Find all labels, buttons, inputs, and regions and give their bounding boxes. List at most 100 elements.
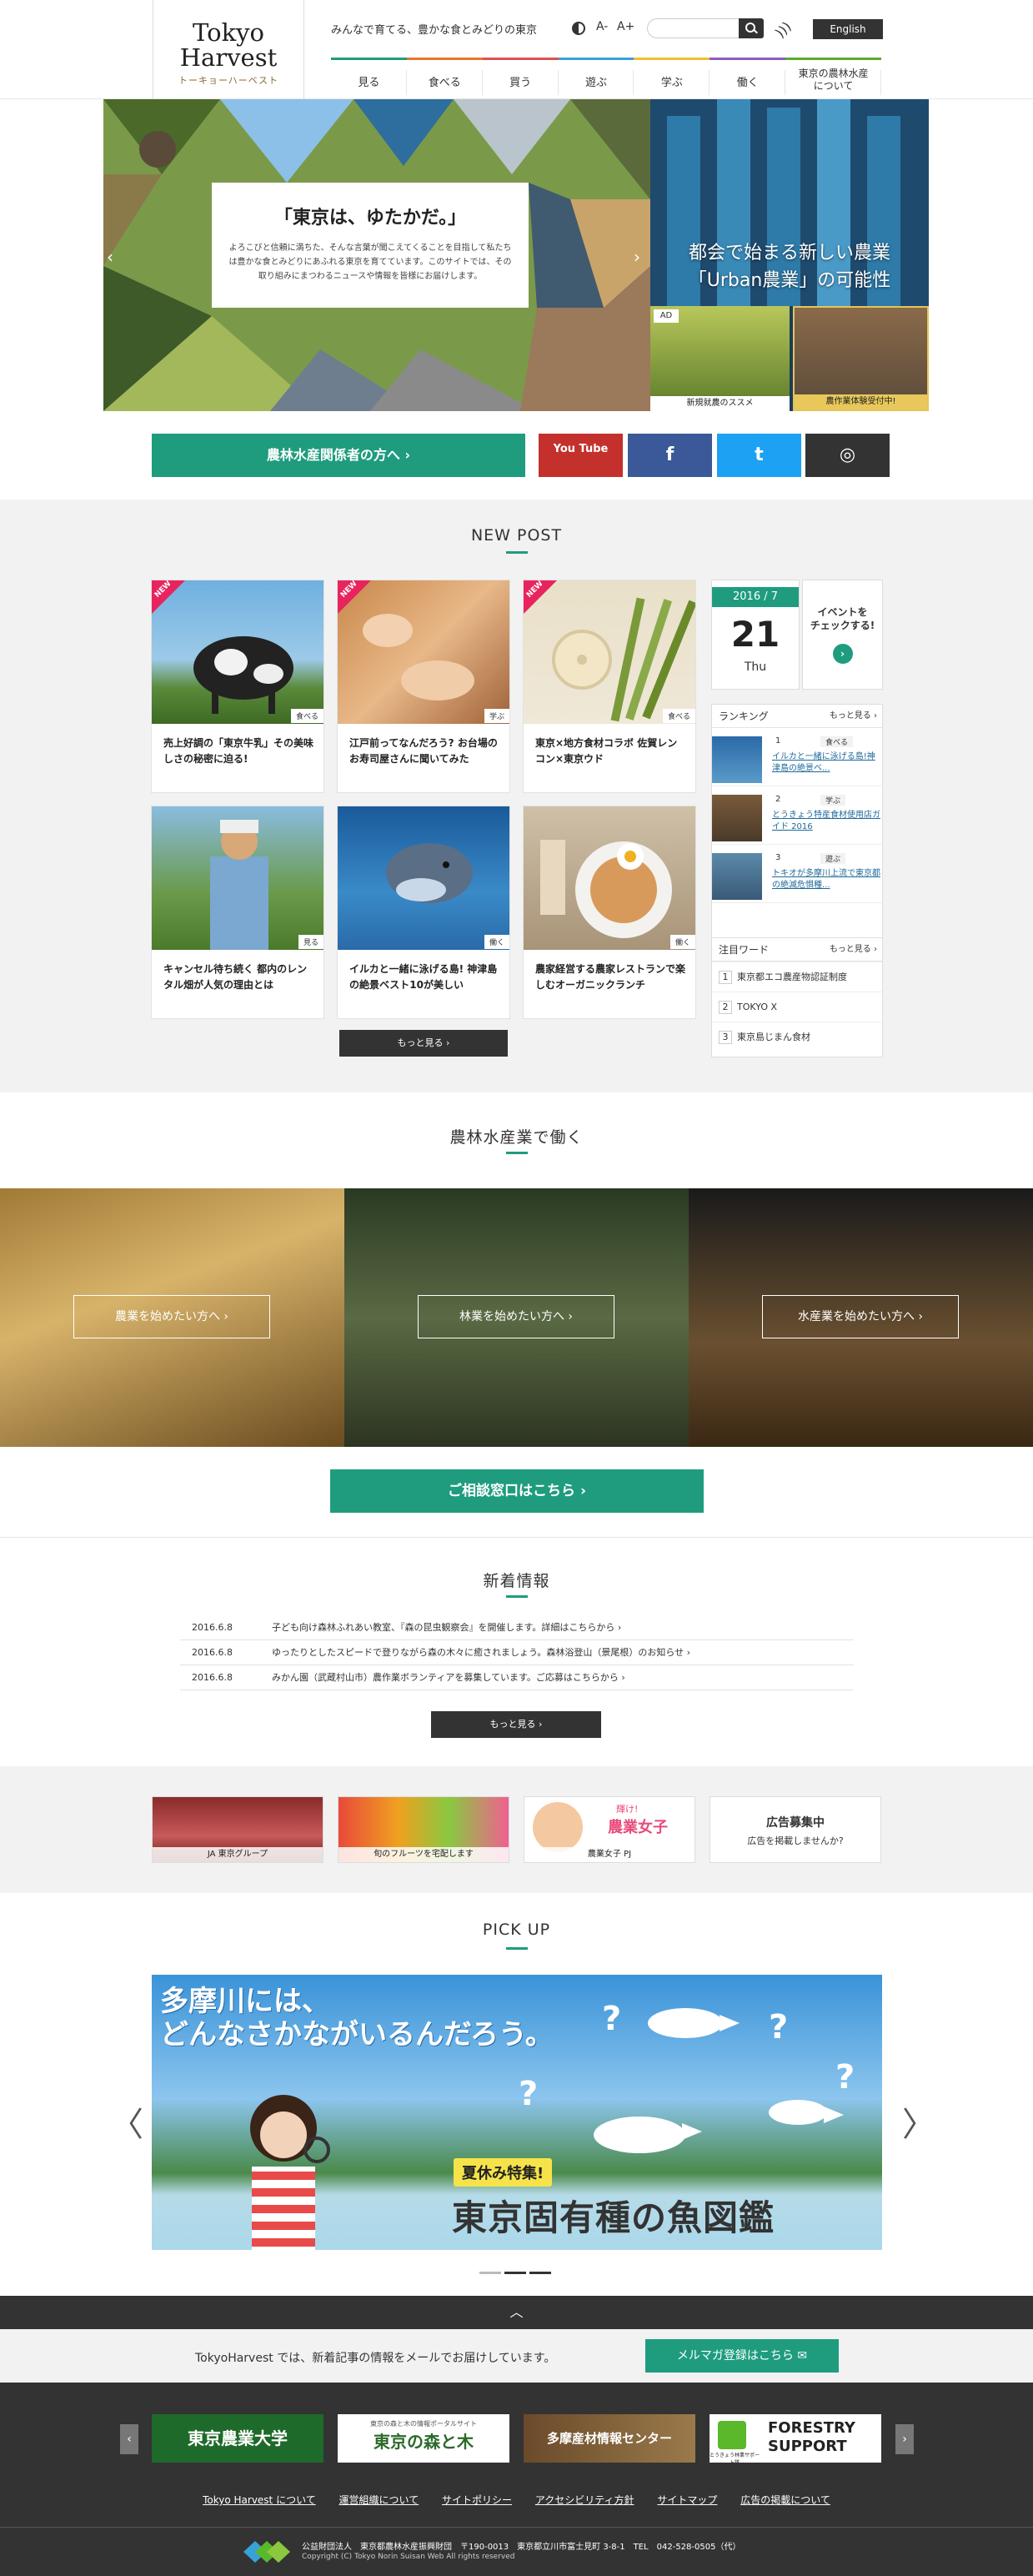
keyword-item[interactable]: 3 東京島じまん食材 xyxy=(712,1022,882,1052)
youtube-button[interactable]: You Tube xyxy=(539,434,623,477)
nav-item-buy[interactable]: 買う xyxy=(482,58,559,99)
nav-item-about[interactable]: 東京の農林水産について xyxy=(785,58,882,99)
new-badge: NEW xyxy=(338,580,371,614)
event-check-link[interactable]: イベントを チェックする! › xyxy=(802,580,883,690)
font-small-button[interactable]: A- xyxy=(596,20,608,33)
keyword-item[interactable]: 1 東京都エコ農産物認証制度 xyxy=(712,962,882,992)
footer-banner-tamasanzai[interactable]: 多摩産材情報センター xyxy=(524,2414,695,2463)
hero-main-slide[interactable]: 「東京は、ゆたかだ。」 よろこびと信頼に満ちた、そんな言葉が聞こえてくることを目… xyxy=(103,99,650,411)
ranking-title-link[interactable]: トキオが多摩川上流で東京都の絶滅危惧種... xyxy=(772,868,880,891)
post-card[interactable]: 働く イルカと一緒に泳げる島! 神津島の絶景ベスト10が美しい xyxy=(337,806,510,1019)
ranking-item[interactable]: 2 学ぶ とうきょう特産食材使用店ガイド 2016 xyxy=(712,786,882,845)
ja-tokyo-banner[interactable]: JA 東京グループ xyxy=(152,1796,323,1863)
new-post-more-button[interactable]: もっと見る › xyxy=(339,1030,508,1057)
keyword-more-link[interactable]: もっと見る › xyxy=(830,938,877,962)
site-logo[interactable]: Tokyo Harvest トーキョーハーベスト xyxy=(153,0,304,99)
newsletter-button[interactable]: メルマガ登録はこちら ✉ xyxy=(645,2339,839,2373)
footer-banner-tokyo-nodai[interactable]: 東京農業大学 xyxy=(152,2414,323,2463)
nav-item-learn[interactable]: 学ぶ xyxy=(634,58,710,99)
pickup-headline: 多摩川には、 どんなさかながいるんだろう。 xyxy=(160,1985,554,2051)
contrast-icon[interactable] xyxy=(572,22,585,35)
footer-banner-prev-icon[interactable]: ‹ xyxy=(120,2424,138,2454)
footer-bottom: 公益財団法人 東京都農林水産振興財団 〒190-0013 東京都立川市富士見町 … xyxy=(0,2527,1033,2576)
search-input[interactable] xyxy=(647,18,739,38)
nav-item-eat[interactable]: 食べる xyxy=(406,58,483,99)
forestry-start-button[interactable]: 林業を始めたい方へ › xyxy=(418,1295,614,1338)
nougyou-joshi-banner[interactable]: 輝け! 農業女子 農業女子 PJ xyxy=(524,1796,695,1863)
ad-banner-farm-experience[interactable]: 農作業体験受付中! xyxy=(793,306,929,411)
ranking-number: 1 xyxy=(775,736,781,746)
nav-item-play[interactable]: 遊ぶ xyxy=(558,58,634,99)
post-category-tag[interactable]: 働く xyxy=(484,935,509,949)
post-category-tag[interactable]: 学ぶ xyxy=(484,709,509,723)
hero-slider: 「東京は、ゆたかだ。」 よろこびと信頼に満ちた、そんな言葉が聞こえてくることを目… xyxy=(103,99,929,411)
ranking-item[interactable]: 1 食べる イルカと一緒に泳げる島!神津島の絶景ベ... xyxy=(712,728,882,786)
post-card[interactable]: 働く 農家経営する農家レストランで楽しむオーガニックランチ xyxy=(523,806,696,1019)
footer-banner-next-icon[interactable]: › xyxy=(895,2424,914,2454)
news-text[interactable]: みかん園（武蔵村山市）農作業ボランティアを募集しています。ご応募はこちらから › xyxy=(272,1665,625,1690)
nav-item-work[interactable]: 働く xyxy=(710,58,786,99)
fish-illustration xyxy=(648,2008,740,2038)
fishery-start-button[interactable]: 水産業を始めたい方へ › xyxy=(762,1295,959,1338)
hero-next-arrow-icon[interactable]: › xyxy=(634,247,640,267)
post-card[interactable]: NEW 食べる 売上好調の「東京牛乳」その美味しさの秘密に迫る! xyxy=(151,580,324,793)
hero-prev-arrow-icon[interactable]: ‹ xyxy=(107,247,113,267)
page-top-button[interactable]: ︿ xyxy=(0,2296,1033,2329)
news-row[interactable]: 2016.6.8 子ども向け森林ふれあい教室、『森の昆虫観察会』を開催します。詳… xyxy=(180,1615,854,1640)
keyword-item[interactable]: 2 TOKYO X xyxy=(712,992,882,1022)
consult-button[interactable]: ご相談窓口はこちら › xyxy=(330,1469,704,1513)
pagination-dot[interactable] xyxy=(479,2272,501,2274)
pickup-prev-arrow-icon[interactable]: 〈 xyxy=(110,2097,143,2146)
ranking-title-link[interactable]: とうきょう特産食材使用店ガイド 2016 xyxy=(772,810,880,833)
industry-link-button[interactable]: 農林水産関係者の方へ › xyxy=(152,434,525,477)
ranking-item[interactable]: 3 遊ぶ トキオが多摩川上流で東京都の絶滅危惧種... xyxy=(712,845,882,903)
event-calendar[interactable]: 2016 / 7 21 Thu xyxy=(711,580,800,690)
work-panels: 農業を始めたい方へ › 林業を始めたい方へ › 水産業を始めたい方へ › xyxy=(0,1188,1033,1447)
search-icon[interactable] xyxy=(739,18,764,38)
post-card[interactable]: NEW 学ぶ 江戸前ってなんだろう? お台場のお寿司屋さんに聞いてみた xyxy=(337,580,510,793)
ranking-title-link[interactable]: イルカと一緒に泳げる島!神津島の絶景ベ... xyxy=(772,751,880,775)
post-card[interactable]: NEW 食べる 東京×地方食材コラボ 佐賀レンコン×東京ウド xyxy=(523,580,697,793)
news-more-button[interactable]: もっと見る › xyxy=(431,1711,601,1738)
fruit-banner[interactable]: 旬のフルーツを宅配します xyxy=(338,1796,509,1863)
facebook-button[interactable]: f xyxy=(628,434,712,477)
post-image xyxy=(524,806,695,950)
ranking-more-link[interactable]: もっと見る › xyxy=(830,705,877,728)
post-category-tag[interactable]: 働く xyxy=(669,935,695,949)
pagination-dot[interactable] xyxy=(529,2272,551,2274)
footer-banner-mori-to-ki[interactable]: 東京の森と木の情報ポータルサイト 東京の森と木 xyxy=(338,2414,509,2463)
footer-link-advertising[interactable]: 広告の掲載について xyxy=(740,2494,830,2506)
twitter-button[interactable]: t xyxy=(717,434,801,477)
pickup-banner[interactable]: 多摩川には、 どんなさかながいるんだろう。 ? ? ? ? 夏休み特集! 東京固… xyxy=(152,1975,882,2250)
instagram-button[interactable]: ◎ xyxy=(805,434,890,477)
news-text[interactable]: 子ども向け森林ふれあい教室、『森の昆虫観察会』を開催します。詳細はこちらから › xyxy=(272,1615,621,1640)
banner-joshi-sub: 輝け! xyxy=(616,1804,639,1815)
hero-title: 「東京は、ゆたかだ。」 xyxy=(273,208,467,228)
new-post-title: NEW POST xyxy=(470,526,563,545)
post-card[interactable]: 見る キャンセル待ち続く 都内のレンタル畑が人気の理由とは xyxy=(151,806,324,1019)
rss-icon[interactable]: ))) xyxy=(772,18,795,41)
footer-link-about[interactable]: Tokyo Harvest について xyxy=(203,2494,316,2506)
news-text[interactable]: ゆったりとしたスピードで登りながら森の木々に癒されましょう。森林浴登山（景尾根）… xyxy=(272,1640,690,1665)
post-category-tag[interactable]: 食べる xyxy=(662,709,695,723)
pickup-next-arrow-icon[interactable]: 〉 xyxy=(902,2097,935,2146)
ad-recruit-banner[interactable]: 広告募集中 広告を掲載しませんか? xyxy=(710,1796,881,1863)
pagination-dot[interactable] xyxy=(504,2272,526,2274)
fishery-panel: 水産業を始めたい方へ › xyxy=(689,1188,1033,1447)
ranking-thumb xyxy=(712,795,762,841)
english-button[interactable]: English xyxy=(813,19,883,39)
footer-link-organization[interactable]: 運営組織について xyxy=(339,2494,419,2506)
footer-link-accessibility[interactable]: アクセシビリティ方針 xyxy=(535,2494,634,2506)
footer-organization: 公益財団法人 東京都農林水産振興財団 〒190-0013 東京都立川市富士見町 … xyxy=(302,2543,741,2552)
news-row[interactable]: 2016.6.8 ゆったりとしたスピードで登りながら森の木々に癒されましょう。森… xyxy=(180,1640,854,1665)
post-category-tag[interactable]: 見る xyxy=(298,935,323,949)
footer-link-policy[interactable]: サイトポリシー xyxy=(442,2494,512,2506)
nav-item-see[interactable]: 見る xyxy=(331,58,407,99)
pickup-section-title: PICK UP xyxy=(482,1921,551,1939)
footer-link-sitemap[interactable]: サイトマップ xyxy=(657,2494,717,2506)
post-category-tag[interactable]: 食べる xyxy=(290,709,323,723)
footer-banner-forestry-support[interactable]: とうきょう林業サポート隊 FORESTRY SUPPORT xyxy=(710,2414,881,2463)
news-row[interactable]: 2016.6.8 みかん園（武蔵村山市）農作業ボランティアを募集しています。ご応… xyxy=(180,1665,854,1690)
agriculture-start-button[interactable]: 農業を始めたい方へ › xyxy=(73,1295,270,1338)
font-large-button[interactable]: A+ xyxy=(617,20,634,33)
